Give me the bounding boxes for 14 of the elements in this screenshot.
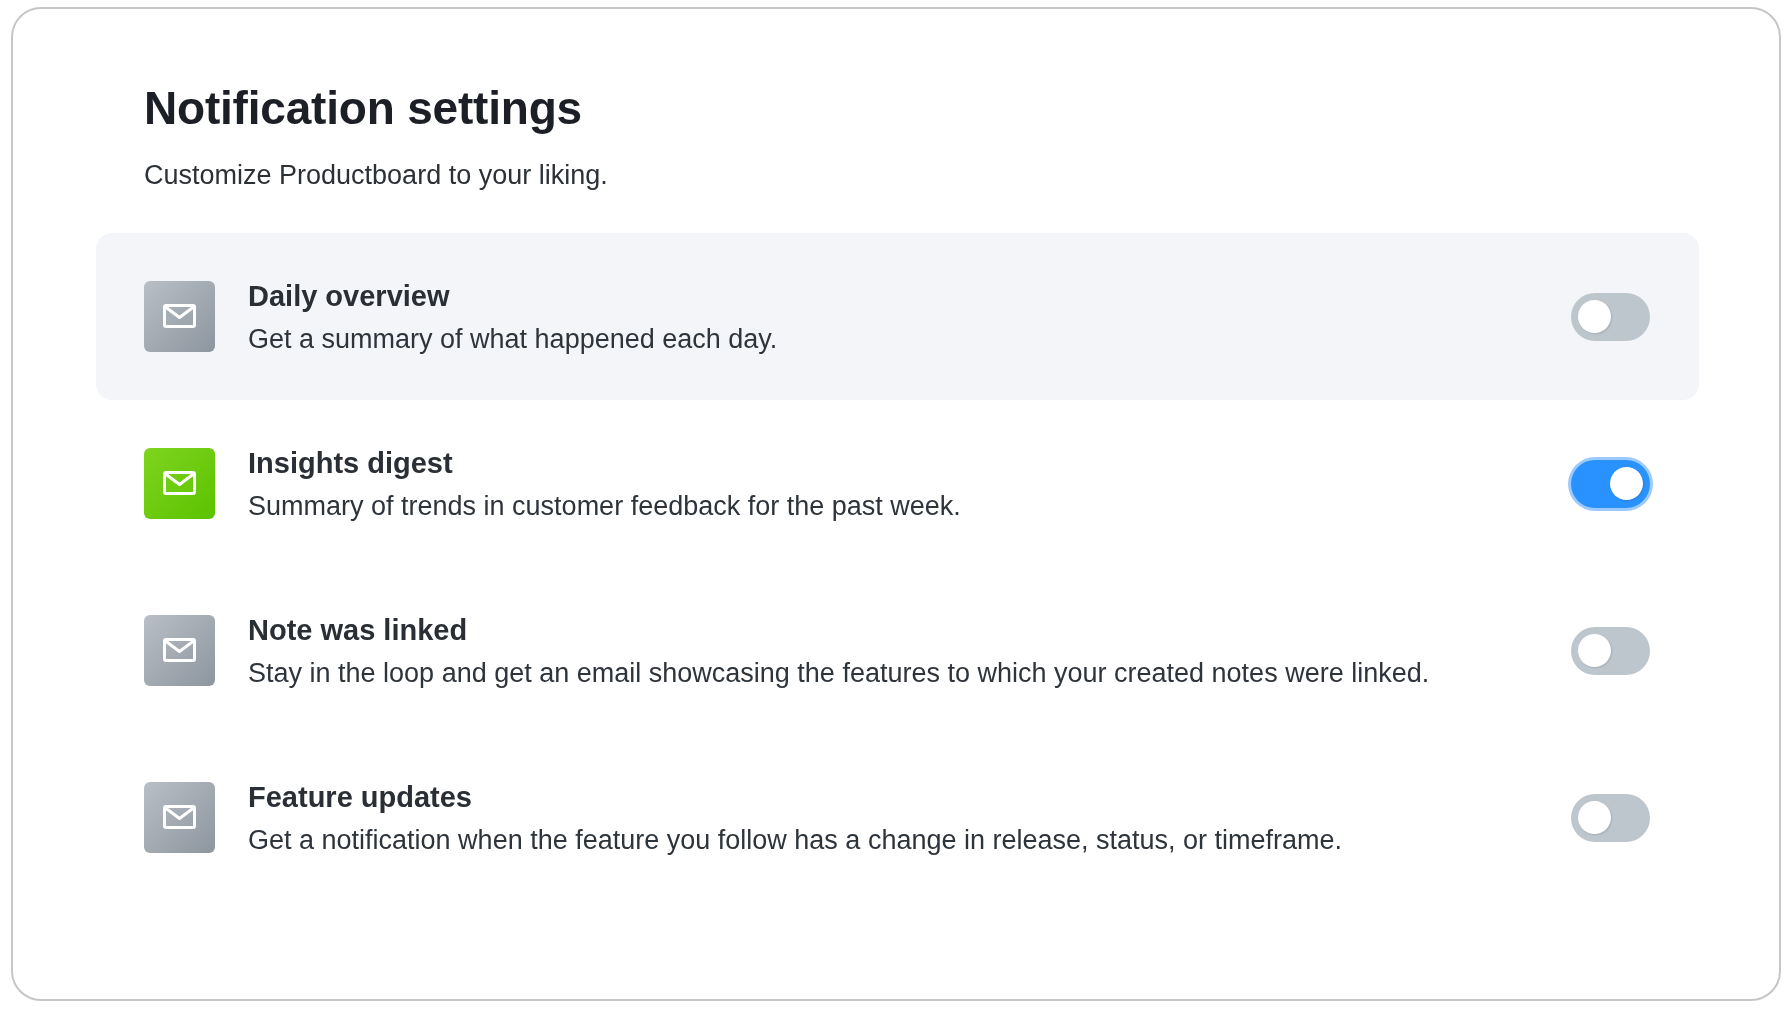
setting-title: Note was linked xyxy=(248,612,468,648)
setting-description: Get a notification when the feature you follow has a change in release, status, or timeframe. xyxy=(248,823,1343,857)
page-subtitle: Customize Productboard to your liking. xyxy=(144,159,609,192)
setting-title: Daily overview xyxy=(248,278,450,314)
setting-title: Feature updates xyxy=(248,779,472,815)
toggle-switch[interactable] xyxy=(1571,626,1650,675)
setting-description: Summary of trends in customer feedback for the past week. xyxy=(248,489,961,523)
toggle-switch[interactable] xyxy=(1571,292,1650,341)
setting-title: Insights digest xyxy=(248,445,453,481)
setting-description: Stay in the loop and get an email showcasing the features to which your created notes were linked. xyxy=(248,656,1430,690)
page-title: Notification settings xyxy=(144,81,583,136)
setting-description: Get a summary of what happened each day. xyxy=(248,322,778,356)
toggle-switch[interactable] xyxy=(1571,459,1650,508)
toggle-switch[interactable] xyxy=(1571,793,1650,842)
